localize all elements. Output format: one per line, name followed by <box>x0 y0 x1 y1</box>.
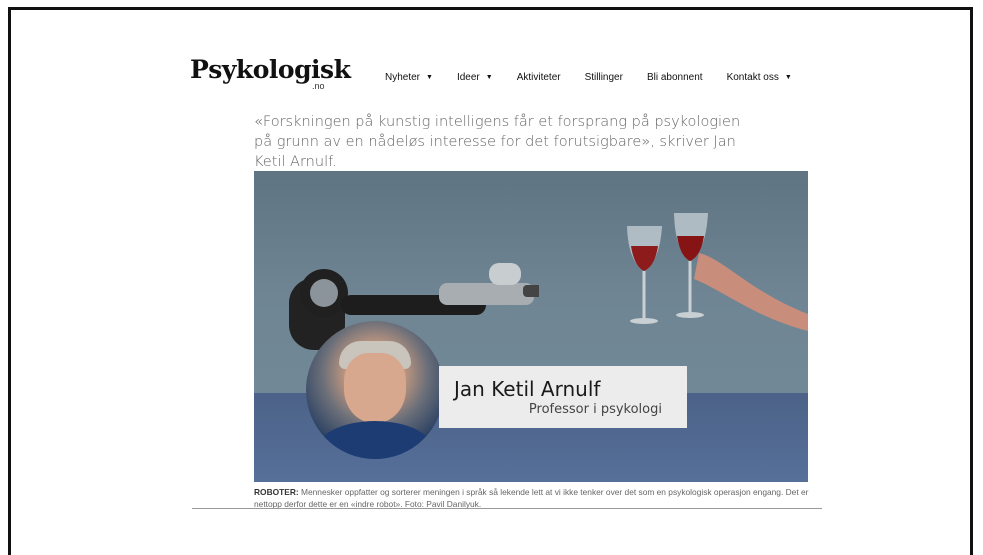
author-title: Professor i psykologi <box>528 402 662 417</box>
nav-label: Aktiviteter <box>516 72 561 83</box>
section-divider <box>192 508 822 509</box>
nav-label: Bli abonnent <box>646 72 703 83</box>
caption-text: Mennesker oppfatter og sorterer meningen… <box>254 487 809 509</box>
nav-item-bli-abonnent[interactable]: Bli abonnent <box>647 72 703 83</box>
caption-label: ROBOTER: <box>254 487 299 497</box>
chevron-down-icon: ▼ <box>426 74 433 81</box>
nav-item-aktiviteter[interactable]: Aktiviteter <box>517 72 561 83</box>
nav-item-nyheter[interactable]: Nyheter ▼ <box>385 72 433 83</box>
article-hero-image: Jan Ketil Arnulf Professor i psykologi <box>254 171 808 482</box>
nav-label: Nyheter <box>385 72 421 83</box>
chevron-down-icon: ▼ <box>784 74 792 81</box>
nav-item-stillinger[interactable]: Stillinger <box>585 72 623 83</box>
author-name: Jan Ketil Arnulf <box>454 377 601 401</box>
site-logo-suffix: .no <box>312 81 325 91</box>
chevron-down-icon: ▼ <box>485 74 493 81</box>
article-lead: «Forskningen på kunstig intelligens får … <box>254 113 741 170</box>
image-caption: ROBOTER: Mennesker oppfatter og sorterer… <box>254 486 814 510</box>
nav-item-kontakt-oss[interactable]: Kontakt oss ▼ <box>727 72 792 83</box>
nav-label: Stillinger <box>584 72 623 83</box>
site-logo[interactable]: Psykologisk <box>190 55 351 84</box>
nav-label: Kontakt oss <box>726 72 779 83</box>
main-navigation: Nyheter ▼ Ideer ▼ Aktiviteter Stillinger… <box>385 72 816 83</box>
author-avatar <box>306 321 444 459</box>
nav-label: Ideer <box>456 72 480 83</box>
nav-item-ideer[interactable]: Ideer ▼ <box>457 72 493 83</box>
author-name-panel: Jan Ketil Arnulf Professor i psykologi <box>439 366 687 428</box>
